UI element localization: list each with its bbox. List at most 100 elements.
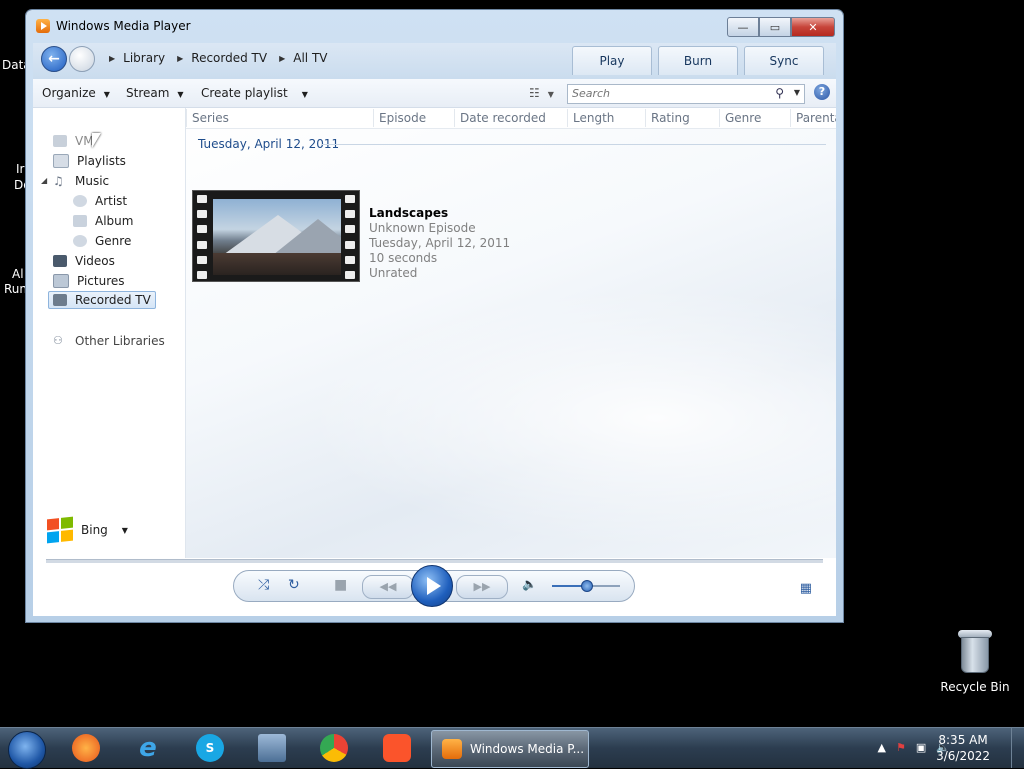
clock-date: 3/6/2022	[936, 749, 990, 763]
help-icon[interactable]: ?	[814, 84, 830, 100]
sidebar-item-music[interactable]: ♫ Music	[53, 174, 109, 188]
bing-search-provider[interactable]: Bing ▼	[47, 516, 128, 544]
taskbar-media-player-button[interactable]: Windows Media P...	[431, 730, 589, 768]
brave-icon[interactable]	[383, 734, 411, 762]
firefox-icon[interactable]	[72, 734, 100, 762]
back-arrow-icon: ←	[48, 51, 60, 67]
breadcrumb-all-tv[interactable]: All TV	[293, 51, 327, 65]
switch-to-now-playing-icon[interactable]: ▦	[800, 581, 812, 596]
forward-button[interactable]	[69, 46, 95, 72]
close-button[interactable]: ✕	[791, 17, 835, 37]
sidebar-item-pictures[interactable]: Pictures	[53, 274, 125, 288]
taskbar: e S Windows Media P... ▲ ⚑ ▣ 🔈 8:35 AM 3…	[0, 727, 1024, 769]
next-button[interactable]: ▶▶	[456, 575, 508, 599]
network-computer-icon[interactable]	[258, 734, 286, 762]
breadcrumb-separator-icon[interactable]: ▶	[279, 54, 285, 63]
column-header-series[interactable]: Series	[186, 109, 229, 127]
breadcrumb-recorded-tv[interactable]: Recorded TV	[191, 51, 267, 65]
column-header-episode[interactable]: Episode	[372, 109, 426, 127]
tab-sync[interactable]: Sync	[744, 46, 824, 75]
column-header-date-recorded[interactable]: Date recorded	[454, 109, 546, 127]
column-header-row: Series Episode Date recorded Length Rati…	[186, 108, 836, 129]
stop-icon[interactable]: ■	[334, 577, 347, 593]
skype-icon[interactable]: S	[196, 734, 224, 762]
seek-bar[interactable]	[46, 559, 823, 563]
expand-collapse-icon[interactable]: ◢	[41, 176, 47, 185]
sidebar-item-label: VM	[75, 134, 94, 148]
sidebar-item-other-libraries[interactable]: ⚇ Other Libraries	[53, 334, 165, 348]
search-input[interactable]	[568, 85, 767, 101]
shuffle-icon[interactable]: ⤮	[258, 577, 269, 593]
chrome-icon[interactable]	[320, 734, 348, 762]
search-icon[interactable]: ⚲	[775, 86, 784, 100]
organize-menu-button[interactable]: Organize ▼	[42, 86, 110, 100]
media-player-icon	[442, 739, 462, 759]
client-area: ← ▶ Library ▶ Recorded TV ▶ All TV Play …	[33, 43, 836, 616]
column-header-rating[interactable]: Rating	[645, 109, 690, 127]
mute-speaker-icon[interactable]: 🔈	[522, 577, 537, 591]
action-center-flag-icon[interactable]: ⚑	[896, 741, 906, 754]
tab-play[interactable]: Play	[572, 46, 652, 75]
video-icon	[53, 255, 67, 267]
recording-thumbnail[interactable]	[192, 190, 360, 282]
bing-label: Bing	[81, 523, 108, 537]
desktop-icon-label-run[interactable]: Run	[4, 282, 27, 296]
genre-icon	[73, 235, 87, 247]
minimize-button[interactable]: —	[727, 17, 759, 37]
recording-length: 10 seconds	[369, 251, 438, 265]
sidebar-item-artist[interactable]: Artist	[73, 194, 127, 208]
tab-burn[interactable]: Burn	[658, 46, 738, 75]
chevron-down-icon: ▼	[547, 90, 554, 99]
search-box: ⚲ ▼	[567, 84, 805, 104]
recording-details[interactable]: Landscapes Unknown Episode Tuesday, Apri…	[369, 206, 510, 281]
sidebar-item-vm[interactable]: VM	[53, 134, 94, 148]
repeat-icon[interactable]: ↻	[288, 577, 300, 593]
internet-explorer-icon[interactable]: e	[134, 733, 162, 763]
play-button[interactable]	[411, 565, 453, 607]
back-button[interactable]: ←	[41, 46, 67, 72]
network-icon[interactable]: ▣	[916, 741, 926, 754]
recycle-bin[interactable]: Recycle Bin	[940, 630, 1010, 694]
breadcrumb-library[interactable]: Library	[123, 51, 165, 65]
playlist-icon	[53, 154, 69, 168]
stream-menu-button[interactable]: Stream ▼	[126, 86, 184, 100]
view-options-icon: ☷	[529, 86, 540, 100]
library-icon	[53, 135, 67, 147]
show-hidden-icons-icon[interactable]: ▲	[878, 741, 886, 754]
column-header-genre[interactable]: Genre	[718, 109, 761, 127]
network-icon: ⚇	[53, 334, 63, 347]
maximize-button[interactable]: ▭	[759, 17, 791, 37]
sidebar-item-playlists[interactable]: Playlists	[53, 154, 126, 168]
album-icon	[73, 215, 87, 227]
show-desktop-button[interactable]	[1011, 728, 1024, 768]
title-bar[interactable]: Windows Media Player — ▭ ✕	[26, 10, 843, 44]
artist-icon	[73, 195, 87, 207]
sidebar-item-album[interactable]: Album	[73, 214, 133, 228]
desktop-icon-label-ir[interactable]: Ir	[16, 162, 24, 176]
column-header-length[interactable]: Length	[566, 109, 614, 127]
clock[interactable]: 8:35 AM 3/6/2022	[936, 732, 990, 764]
recording-episode: Unknown Episode	[369, 221, 476, 235]
recycle-bin-label: Recycle Bin	[940, 680, 1010, 694]
sidebar-item-genre[interactable]: Genre	[73, 234, 131, 248]
sidebar-item-label: Album	[95, 214, 134, 228]
column-header-parental-rating[interactable]: Parenta	[790, 109, 836, 127]
group-header[interactable]: Tuesday, April 12, 2011	[198, 137, 339, 151]
sidebar-item-videos[interactable]: Videos	[53, 254, 115, 268]
breadcrumb-separator-icon[interactable]: ▶	[177, 54, 183, 63]
previous-button[interactable]: ◀◀	[362, 575, 414, 599]
start-button[interactable]	[8, 731, 46, 769]
recording-rating: Unrated	[369, 266, 418, 280]
desktop-icon-label-al[interactable]: Al	[12, 267, 24, 281]
toolbar: Organize▼ Stream▼ Create playlist▼ ☷▼ ⚲ …	[33, 79, 836, 108]
stream-label: Stream	[126, 86, 170, 100]
view-options-button[interactable]: ☷ ▼	[529, 86, 554, 100]
volume-slider[interactable]	[552, 580, 620, 592]
sidebar-item-label: Music	[75, 174, 110, 188]
sidebar-item-label: Other Libraries	[75, 334, 165, 348]
volume-knob[interactable]	[581, 580, 593, 592]
create-playlist-button[interactable]: Create playlist ▼	[201, 86, 308, 100]
breadcrumb-separator-icon[interactable]: ▶	[109, 54, 115, 63]
sidebar-item-recorded-tv[interactable]: Recorded TV	[48, 291, 156, 309]
search-options-chevron-icon[interactable]: ▼	[794, 88, 800, 97]
